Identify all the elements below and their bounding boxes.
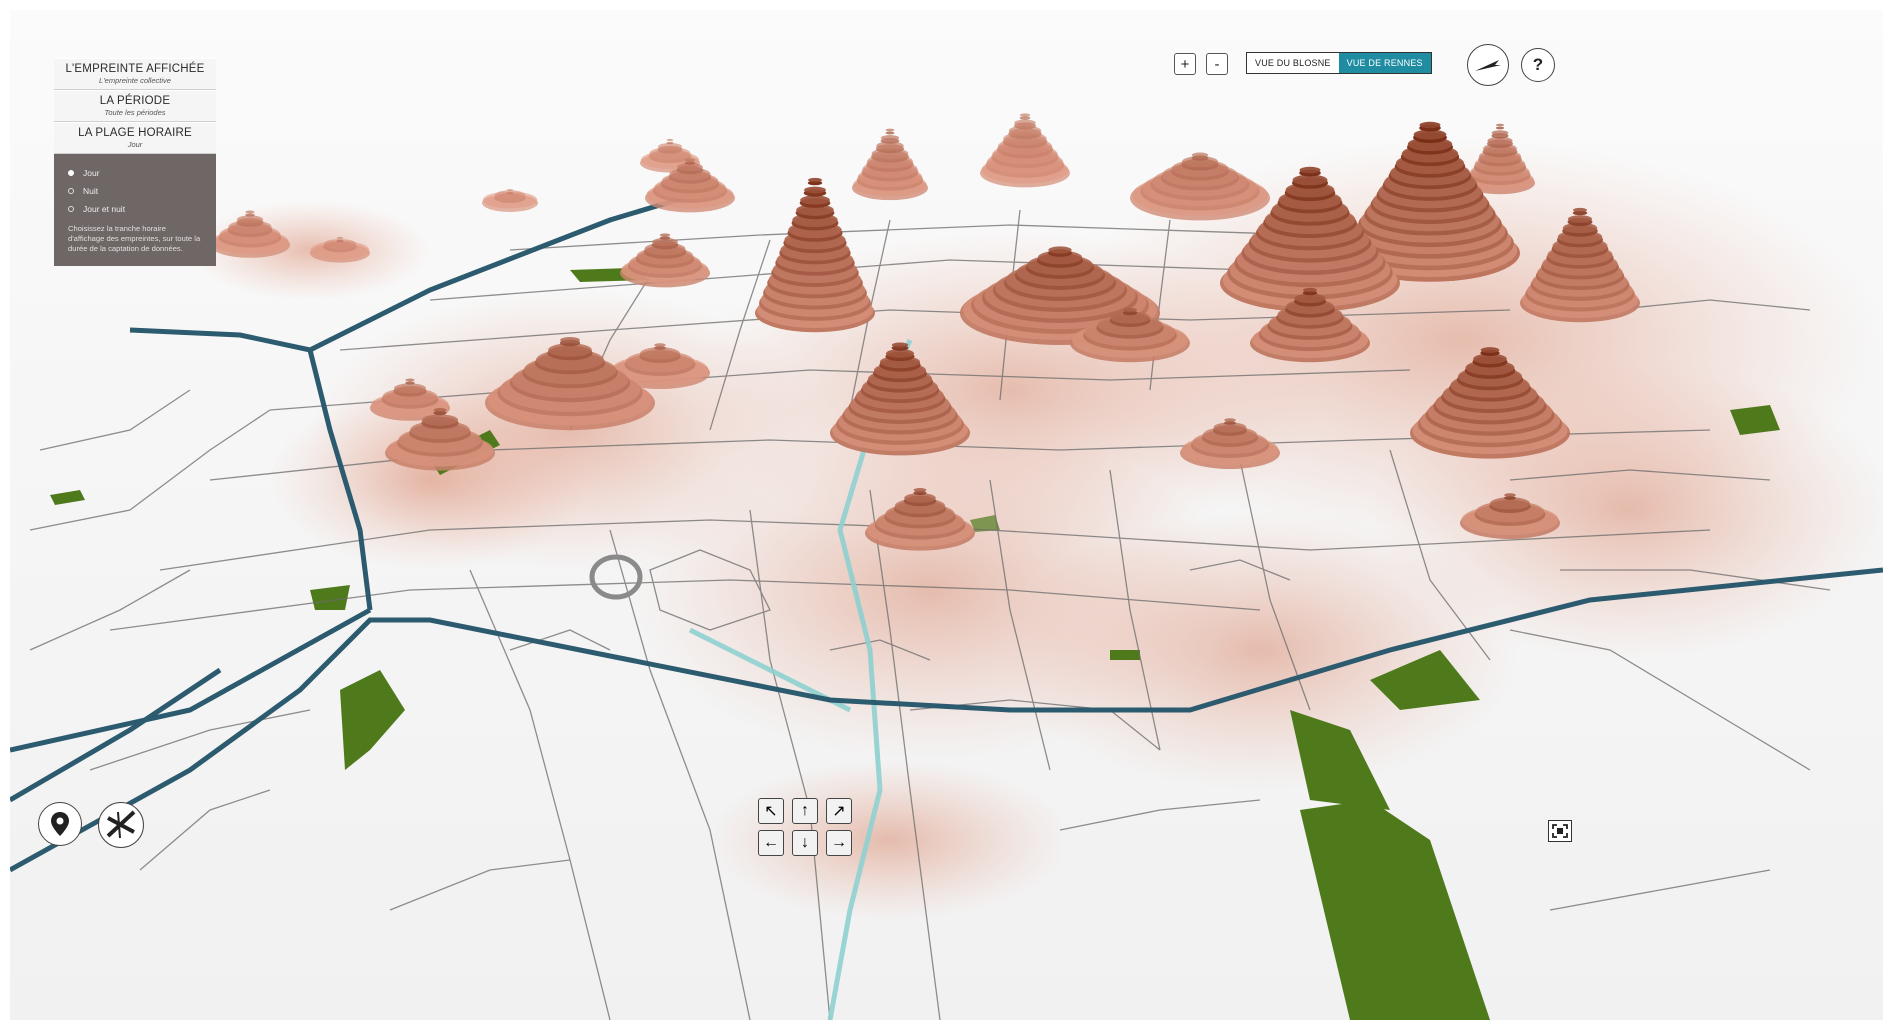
view-toggle: VUE DU BLOSNE VUE DE RENNES <box>1246 52 1432 74</box>
nav-up-left-button[interactable]: ↖ <box>758 798 784 824</box>
option-nuit[interactable]: Nuit <box>68 186 204 196</box>
location-pin-icon <box>51 812 69 836</box>
section-subtitle: Toute les périodes <box>104 108 166 117</box>
compass-icon <box>1475 60 1501 71</box>
nav-up-button[interactable]: ↑ <box>792 798 818 824</box>
arrow-right-icon: → <box>831 834 847 851</box>
help-button[interactable]: ? <box>1521 48 1555 82</box>
option-label: Jour <box>83 168 100 178</box>
arrow-up-left-icon: ↖ <box>764 803 778 820</box>
view-rennes-button[interactable]: VUE DE RENNES <box>1338 53 1431 73</box>
arrow-up-right-icon: ↗ <box>832 803 846 820</box>
nav-left-button[interactable]: ← <box>758 830 784 856</box>
zoom-out-button[interactable]: - <box>1206 53 1228 75</box>
section-title: L'EMPREINTE AFFICHÉE <box>65 63 205 75</box>
zoom-in-button[interactable]: + <box>1174 53 1196 75</box>
nav-right-button[interactable]: → <box>826 830 852 856</box>
fullscreen-icon <box>1552 824 1568 838</box>
help-text: Choisissez la tranche horaire d'affichag… <box>68 224 201 253</box>
time-options: Jour Nuit Jour et nuit Choisissez la tra… <box>54 154 216 266</box>
map-3d-scene[interactable] <box>10 10 1883 1020</box>
section-empreinte[interactable]: L'EMPREINTE AFFICHÉE L'empreinte collect… <box>54 58 216 90</box>
arrow-down-icon: ↓ <box>801 834 809 851</box>
radio-button[interactable] <box>68 188 74 194</box>
view-blosne-button[interactable]: VUE DU BLOSNE <box>1247 53 1339 73</box>
location-button[interactable] <box>38 802 82 846</box>
radio-button[interactable] <box>68 206 74 212</box>
fullscreen-button[interactable] <box>1548 820 1572 842</box>
section-title: LA PLAGE HORAIRE <box>78 127 192 139</box>
section-plage-horaire[interactable]: LA PLAGE HORAIRE Jour <box>54 122 216 154</box>
option-jour-et-nuit[interactable]: Jour et nuit <box>68 204 204 214</box>
option-label: Nuit <box>83 186 99 196</box>
section-subtitle: Jour <box>127 140 143 149</box>
section-subtitle: L'empreinte collective <box>99 76 171 85</box>
option-jour[interactable]: Jour <box>68 168 204 178</box>
option-label: Jour et nuit <box>83 204 126 214</box>
arrow-up-icon: ↑ <box>801 802 809 819</box>
nav-up-right-button[interactable]: ↗ <box>826 798 852 824</box>
map-view[interactable]: L'EMPREINTE AFFICHÉE L'empreinte collect… <box>10 10 1883 1020</box>
nav-down-button[interactable]: ↓ <box>792 830 818 856</box>
radio-button[interactable] <box>68 170 74 176</box>
help-icon: ? <box>1532 55 1544 74</box>
section-title: LA PÉRIODE <box>99 95 171 107</box>
road-view-button[interactable] <box>98 802 144 848</box>
section-periode[interactable]: LA PÉRIODE Toute les périodes <box>54 90 216 122</box>
filter-panel: L'EMPREINTE AFFICHÉE L'empreinte collect… <box>54 58 216 266</box>
arrow-left-icon: ← <box>763 834 779 851</box>
road-icon <box>106 810 136 839</box>
compass-button[interactable] <box>1467 44 1509 86</box>
